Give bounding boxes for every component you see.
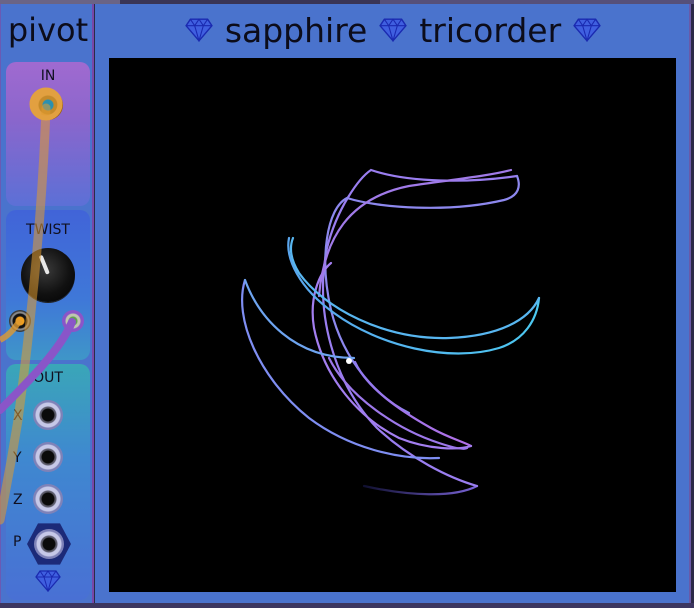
output-p-label: P — [13, 534, 22, 550]
twist-attenuverter-port[interactable] — [62, 310, 84, 332]
trace-segment — [321, 168, 519, 488]
trace-segment — [362, 484, 479, 496]
gem-icon — [573, 18, 601, 42]
module-name: tricorder — [419, 10, 562, 50]
twist-cv-port[interactable] — [9, 310, 31, 332]
gem-icon — [35, 570, 61, 592]
brand-name: sapphire — [224, 10, 368, 50]
rack-rail-bottom — [0, 603, 694, 608]
trace-segment — [243, 278, 356, 360]
pivot-module: pivot IN TWIST OUT X Y Z P — [0, 4, 94, 604]
tricorder-module: sapphire tricorder — [95, 4, 691, 603]
input-label: IN — [40, 68, 56, 84]
gem-icon — [379, 18, 408, 42]
module-title: sapphire tricorder — [95, 10, 691, 50]
output-y-port[interactable] — [33, 442, 63, 472]
output-z-label: Z — [13, 492, 23, 508]
tricorder-display[interactable] — [109, 58, 676, 592]
output-x-label: X — [13, 408, 23, 424]
output-y-label: Y — [13, 450, 22, 466]
input-section: IN — [6, 62, 90, 206]
trace-head — [346, 358, 352, 364]
twist-label: TWIST — [26, 222, 70, 238]
input-port[interactable] — [33, 90, 63, 120]
output-p-port[interactable] — [34, 529, 64, 559]
knob-pointer — [38, 254, 50, 275]
output-z-port[interactable] — [33, 484, 63, 514]
trajectory-plot — [241, 168, 541, 496]
gem-icon — [185, 18, 213, 42]
output-label: OUT — [33, 370, 63, 386]
output-x-port[interactable] — [33, 400, 63, 430]
twist-knob[interactable] — [21, 248, 75, 302]
trace-segment — [317, 168, 513, 298]
module-title: pivot — [7, 11, 89, 49]
